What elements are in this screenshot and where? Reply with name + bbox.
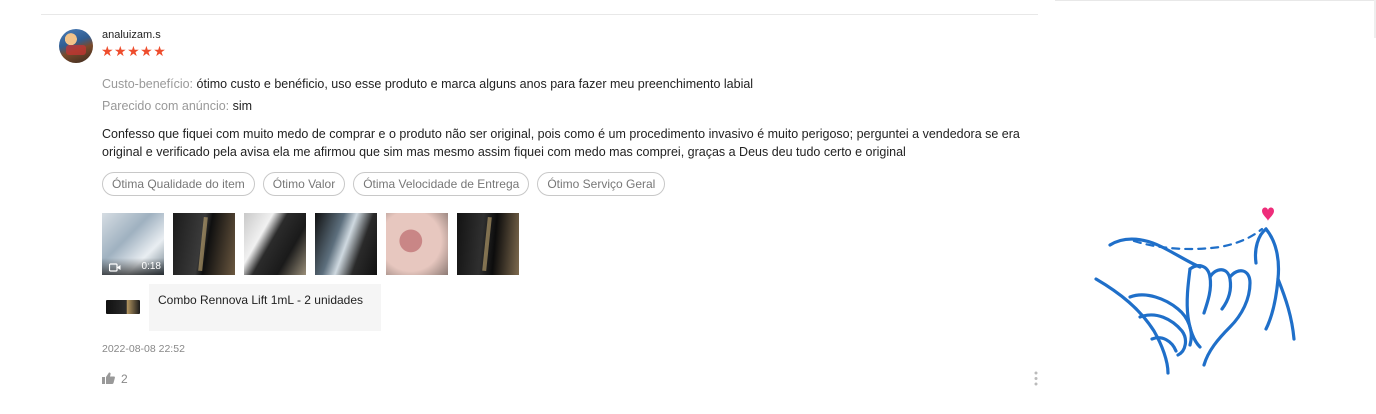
attribute-label: Custo-benefício:	[102, 77, 194, 91]
attribute-row-value-for-money: Custo-benefício: ótimo custo e benéficio…	[102, 76, 753, 92]
heart-icon	[1262, 207, 1274, 221]
video-duration: 0:18	[141, 261, 161, 272]
photo-thumbnail[interactable]	[244, 213, 306, 275]
photo-thumbnail[interactable]	[457, 213, 519, 275]
attribute-label: Parecido com anúncio:	[102, 99, 230, 113]
username[interactable]: analuizam.s	[102, 29, 161, 41]
top-divider	[41, 14, 1038, 15]
tag-value: Ótimo Valor	[262, 172, 346, 196]
product-variation[interactable]: Combo Rennova Lift 1mL - 2 unidades	[149, 284, 381, 331]
video-thumbnail[interactable]: 0:18	[102, 213, 164, 275]
tag-delivery: Ótima Velocidade de Entrega	[353, 172, 530, 196]
like-count: 2	[121, 372, 128, 386]
product-image[interactable]	[102, 286, 144, 328]
photo-thumbnail[interactable]	[386, 213, 448, 275]
review-media: 0:18	[102, 213, 519, 275]
video-camera-icon	[109, 263, 121, 272]
avatar[interactable]	[59, 29, 93, 63]
tag-quality: Ótima Qualidade do item	[102, 172, 255, 196]
attribute-value: ótimo custo e benéficio, uso esse produt…	[196, 77, 754, 91]
tag-service: Ótimo Serviço Geral	[537, 172, 666, 196]
rating-stars: ★★★★★	[101, 44, 166, 58]
attribute-row-as-advertised: Parecido com anúncio: sim	[102, 98, 252, 114]
star-icons: ★★★★★	[101, 43, 167, 59]
vertical-dots-icon[interactable]	[1033, 371, 1039, 386]
review-tags: Ótima Qualidade do item Ótimo Valor Ótim…	[102, 172, 666, 196]
right-divider	[1055, 0, 1376, 1]
review-timestamp: 2022-08-08 22:52	[102, 343, 185, 355]
attribute-value: sim	[232, 99, 253, 113]
pinky-promise-illustration	[1094, 207, 1296, 375]
photo-thumbnail[interactable]	[315, 213, 377, 275]
thumbs-up-icon[interactable]	[102, 372, 115, 384]
photo-thumbnail[interactable]	[173, 213, 235, 275]
review-page: analuizam.s ★★★★★ Custo-benefício: ótimo…	[0, 0, 1376, 414]
purchased-product[interactable]: Combo Rennova Lift 1mL - 2 unidades	[102, 284, 381, 331]
review-comment: Confesso que fiquei com muito medo de co…	[102, 127, 1020, 159]
